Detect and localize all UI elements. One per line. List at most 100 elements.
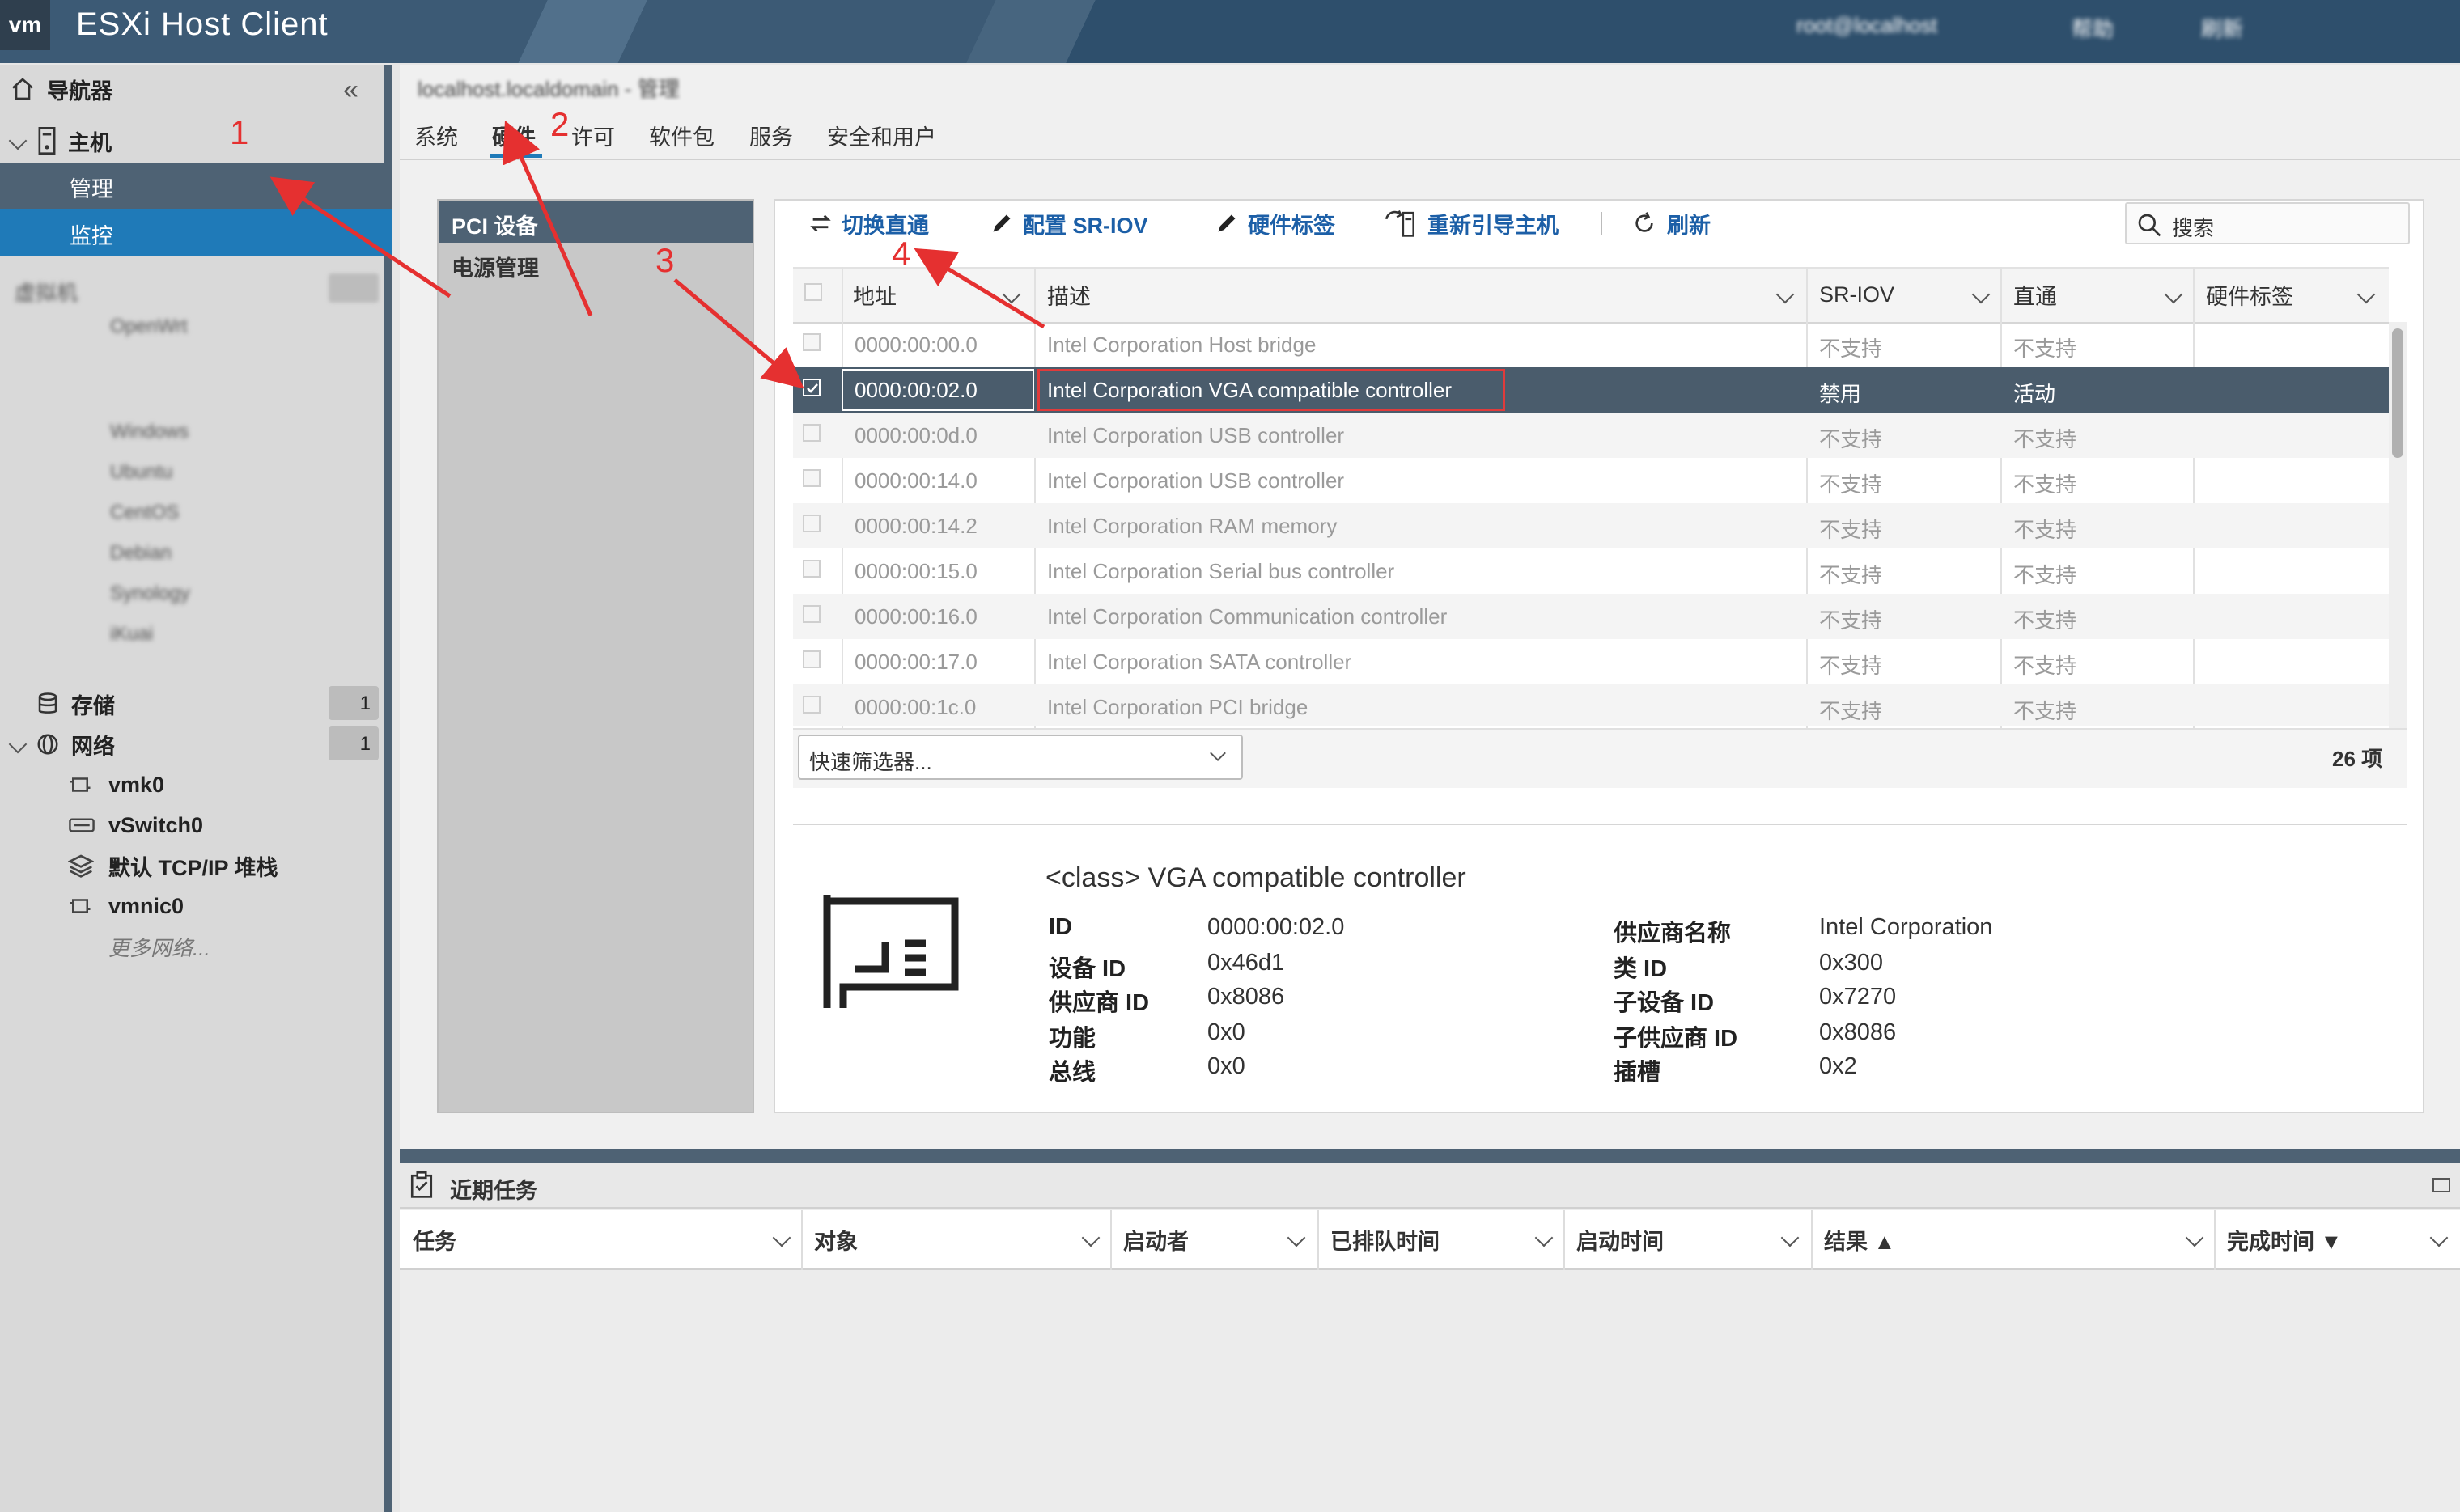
subnav-pci-devices[interactable]: PCI 设备 [439, 201, 753, 243]
subnav-power-management[interactable]: 电源管理 [452, 251, 539, 282]
chevron-down-icon[interactable] [2429, 1228, 2449, 1248]
detail-value: 0x0 [1207, 1053, 1245, 1079]
column-header-label: 直通 [2013, 284, 2057, 309]
tasks-column-initiator[interactable]: 启动者 [1123, 1210, 1189, 1268]
refresh-button[interactable]: 刷新 [1631, 207, 1711, 239]
host-label: 主机 [68, 130, 112, 155]
user-menu[interactable]: root@localhost [1796, 13, 1937, 38]
network-label: 网络 [71, 734, 115, 759]
tab-hardware[interactable]: 硬件 [492, 120, 536, 151]
column-header-passthrough[interactable]: 直通 [2013, 270, 2057, 319]
cell-passthrough: 不支持 [2013, 563, 2077, 587]
reboot-host-button[interactable]: 重新引导主机 [1382, 207, 1559, 239]
chevron-down-icon[interactable] [2185, 1228, 2204, 1248]
chevron-down-icon[interactable] [1775, 285, 1795, 305]
table-row[interactable]: 0000:00:17.0 Intel Corporation SATA cont… [793, 639, 2389, 684]
table-row[interactable]: 0000:00:14.0 Intel Corporation USB contr… [793, 458, 2389, 503]
chevron-down-icon [1210, 745, 1226, 763]
chevron-down-icon[interactable] [1081, 1228, 1101, 1248]
tasks-column-object[interactable]: 对象 [814, 1210, 858, 1268]
host-node[interactable]: 主机 [8, 121, 112, 160]
pci-card-icon [823, 895, 959, 1008]
table-row[interactable]: 0000:00:00.0 Intel Corporation Host brid… [793, 322, 2389, 367]
toggle-passthrough-button[interactable]: 切换直通 [809, 207, 929, 239]
recent-tasks-title: 近期任务 [450, 1179, 537, 1203]
search-input[interactable]: 搜索 [2125, 202, 2410, 244]
row-checkbox[interactable] [803, 515, 821, 532]
chevron-down-icon[interactable] [1780, 1228, 1800, 1248]
storage-node[interactable]: 存储 [36, 684, 115, 723]
table-row[interactable]: 0000:00:16.0 Intel Corporation Communica… [793, 594, 2389, 639]
select-all-checkbox[interactable] [804, 283, 822, 301]
network-item-vmk0[interactable]: vmk0 [68, 765, 164, 804]
column-divider [2214, 1210, 2216, 1270]
tasks-column-completion-time[interactable]: 完成时间 ▼ [2227, 1210, 2342, 1268]
refresh-menu[interactable]: 刷新 [2201, 13, 2243, 43]
table-row[interactable]: 0000:00:1c.0 Intel Corporation PCI bridg… [793, 684, 2389, 726]
network-item-tcpip[interactable]: 默认 TCP/IP 堆栈 [68, 846, 278, 885]
table-row-selected[interactable]: 0000:00:02.0 Intel Corporation VGA compa… [793, 367, 2389, 413]
quick-filter-placeholder: 快速筛选器... [809, 750, 932, 774]
chevron-down-icon[interactable] [2164, 285, 2183, 305]
row-checkbox-checked[interactable] [803, 379, 821, 396]
vm-item[interactable]: Synology [110, 582, 190, 605]
tab-services[interactable]: 服务 [749, 120, 793, 151]
column-header-description[interactable]: 描述 [1047, 270, 1091, 319]
tab-security-users[interactable]: 安全和用户 [827, 120, 936, 151]
configure-sriov-button[interactable]: 配置 SR-IOV [990, 207, 1148, 239]
vm-item[interactable]: iKuai [110, 623, 153, 646]
column-header-label: 硬件标签 [2206, 284, 2293, 309]
table-row[interactable]: 0000:00:15.0 Intel Corporation Serial bu… [793, 548, 2389, 594]
hardware-label-button[interactable]: 硬件标签 [1215, 207, 1335, 239]
scrollbar-thumb[interactable] [2392, 328, 2403, 458]
chevron-down-icon[interactable] [772, 1228, 791, 1248]
tasks-column-queued-time[interactable]: 已排队时间 [1330, 1210, 1440, 1268]
tab-packages[interactable]: 软件包 [649, 120, 715, 151]
tasks-column-task[interactable]: 任务 [413, 1210, 456, 1268]
column-header-address[interactable]: 地址 [853, 270, 897, 319]
chevron-down-icon[interactable] [1002, 285, 1021, 305]
cell-address: 0000:00:00.0 [855, 332, 978, 357]
tasks-column-start-time[interactable]: 启动时间 [1576, 1210, 1664, 1268]
table-scrollbar[interactable] [2389, 322, 2407, 728]
row-checkbox[interactable] [803, 650, 821, 668]
minimize-panel-icon[interactable] [2432, 1178, 2450, 1192]
quick-filter-select[interactable]: 快速筛选器... [798, 735, 1243, 780]
navigator-title: 导航器 [47, 78, 112, 104]
tasks-column-result[interactable]: 结果 ▲ [1824, 1210, 1895, 1268]
tab-system[interactable]: 系统 [414, 120, 458, 151]
pencil-icon [1218, 214, 1236, 232]
double-chevron-left-icon[interactable]: « [343, 74, 358, 106]
tab-license[interactable]: 许可 [571, 120, 615, 151]
help-menu[interactable]: 帮助 [2072, 13, 2114, 43]
chevron-down-icon[interactable] [1534, 1228, 1554, 1248]
table-row[interactable]: 0000:00:0d.0 Intel Corporation USB contr… [793, 413, 2389, 458]
row-checkbox[interactable] [803, 424, 821, 442]
vm-item[interactable]: Windows [110, 421, 189, 443]
column-header-sriov[interactable]: SR-IOV [1819, 270, 1894, 319]
row-checkbox[interactable] [803, 605, 821, 623]
column-header-hardware-label[interactable]: 硬件标签 [2206, 270, 2293, 319]
chevron-down-icon[interactable] [1287, 1228, 1306, 1248]
row-checkbox[interactable] [803, 333, 821, 351]
vm-item[interactable]: Debian [110, 542, 172, 565]
vm-item[interactable]: Ubuntu [110, 461, 172, 484]
vm-group[interactable]: 虚拟机 [15, 277, 78, 307]
more-networks-link[interactable]: 更多网络... [108, 932, 210, 962]
nav-item-monitor[interactable]: 监控 [0, 209, 392, 256]
table-header [793, 267, 2389, 324]
row-checkbox[interactable] [803, 469, 821, 487]
table-row[interactable]: 0000:00:14.2 Intel Corporation RAM memor… [793, 503, 2389, 548]
cell-sriov: 禁用 [1819, 382, 1862, 406]
network-item-vmnic0[interactable]: vmnic0 [68, 887, 184, 925]
nav-item-manage[interactable]: 管理 [0, 163, 392, 209]
row-checkbox[interactable] [803, 696, 821, 714]
chevron-down-icon[interactable] [2356, 285, 2376, 305]
vm-item[interactable]: OpenWrt [110, 316, 188, 338]
chevron-down-icon[interactable] [1971, 285, 1991, 305]
tasks-splitter[interactable] [400, 1149, 2460, 1163]
network-item-vswitch0[interactable]: vSwitch0 [68, 806, 203, 845]
vm-item[interactable]: CentOS [110, 502, 179, 524]
network-node[interactable]: 网络 [8, 725, 115, 764]
row-checkbox[interactable] [803, 560, 821, 578]
